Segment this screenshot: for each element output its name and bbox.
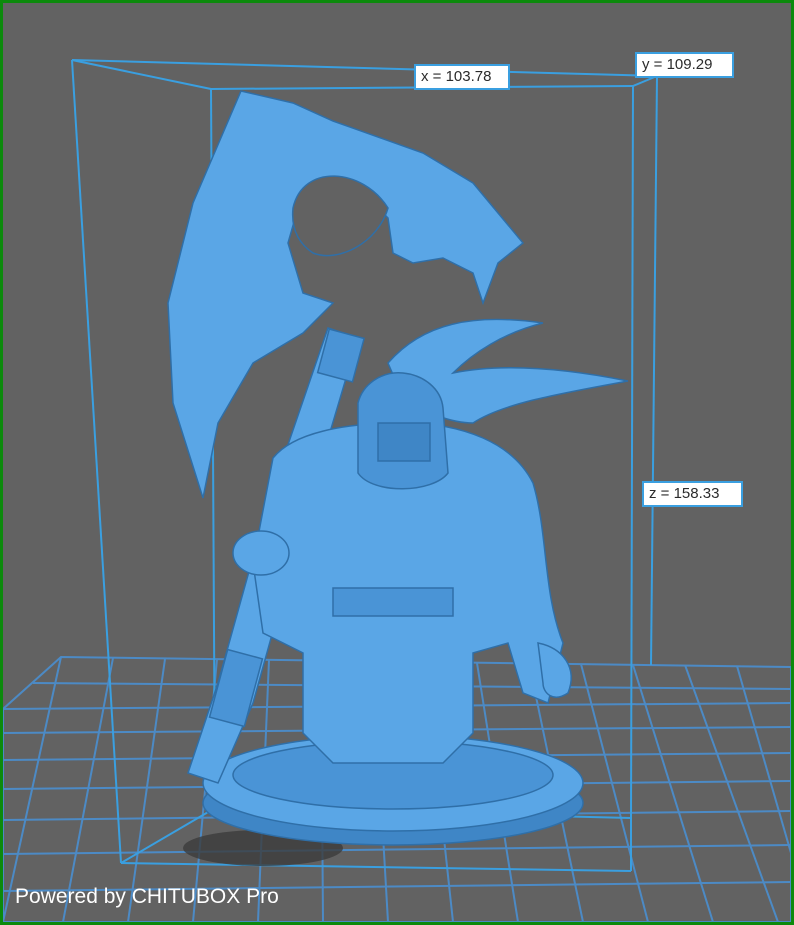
3d-viewport[interactable]: x = 103.78 y = 109.29 z = 158.33 Powered… bbox=[3, 3, 791, 922]
y-dimension-label: y = 109.29 bbox=[635, 52, 734, 78]
x-dimension-label: x = 103.78 bbox=[414, 64, 510, 90]
dwarf-warrior-miniature-icon[interactable] bbox=[167, 90, 629, 846]
powered-by-watermark: Powered by CHITUBOX Pro bbox=[15, 885, 279, 908]
scene-canvas[interactable] bbox=[3, 3, 791, 922]
z-dimension-label: z = 158.33 bbox=[642, 481, 743, 507]
